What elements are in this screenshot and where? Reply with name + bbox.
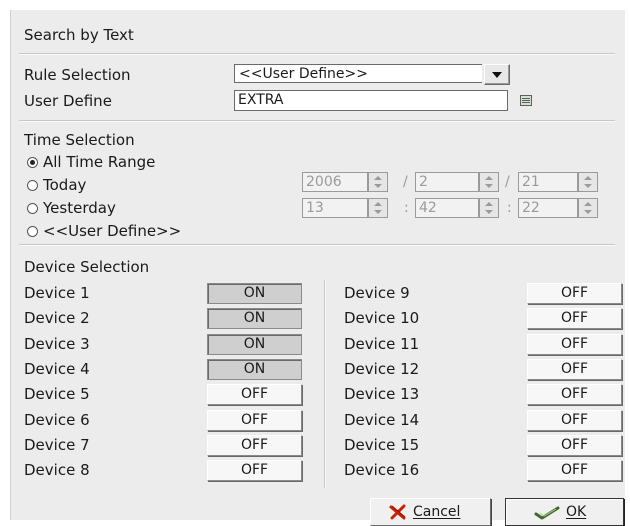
time-option-label[interactable]: All Time Range [43, 153, 155, 171]
device-label: Device 16 [344, 461, 420, 479]
cancel-button[interactable]: Cancel [370, 498, 491, 526]
time-option-radio[interactable] [27, 203, 38, 214]
device-label: Device 8 [24, 461, 90, 479]
device-label: Device 12 [344, 360, 420, 378]
list-icon[interactable] [520, 95, 532, 106]
divider [19, 120, 615, 122]
checkmark-arrow-icon [534, 506, 560, 520]
red-x-icon [389, 504, 406, 520]
ok-label: OK [566, 504, 587, 520]
second-spinner[interactable]: 22 [518, 198, 598, 218]
time-option-radio[interactable] [27, 226, 38, 237]
time-option-radio[interactable] [27, 180, 38, 191]
hour-value[interactable]: 13 [302, 198, 368, 218]
time-option-label[interactable]: <<User Define>> [43, 222, 181, 240]
month-spinner[interactable]: 2 [415, 172, 499, 192]
month-value[interactable]: 2 [415, 172, 479, 192]
second-value[interactable]: 22 [518, 198, 578, 218]
device-toggle-button[interactable]: OFF [527, 308, 622, 329]
ok-button[interactable]: OK [505, 498, 624, 526]
minute-value[interactable]: 42 [415, 198, 479, 218]
date-separator: / [505, 174, 510, 190]
device-label: Device 10 [344, 309, 420, 327]
device-toggle-button[interactable]: OFF [207, 384, 302, 405]
device-toggle-button[interactable]: ON [207, 283, 302, 304]
spinner-arrows-icon[interactable] [578, 198, 598, 218]
device-label: Device 4 [24, 360, 90, 378]
divider [19, 244, 615, 246]
device-toggle-button[interactable]: OFF [527, 460, 622, 481]
dialog-title: Search by Text [24, 26, 134, 44]
spinner-arrows-icon[interactable] [479, 198, 499, 218]
device-label: Device 15 [344, 436, 420, 454]
device-toggle-button[interactable]: OFF [207, 410, 302, 431]
rule-selection-label: Rule Selection [24, 66, 131, 84]
search-by-text-dialog: Search by Text Rule Selection <<User Def… [10, 10, 625, 526]
hour-spinner[interactable]: 13 [302, 198, 388, 218]
time-option-radio[interactable] [27, 157, 38, 168]
time-selection-label: Time Selection [24, 131, 135, 149]
spinner-arrows-icon[interactable] [479, 172, 499, 192]
rule-selection-value[interactable]: <<User Define>> [234, 64, 482, 83]
device-toggle-button[interactable]: ON [207, 308, 302, 329]
spinner-arrows-icon[interactable] [578, 172, 598, 192]
device-label: Device 3 [24, 335, 90, 353]
rule-selection-dropdown[interactable]: <<User Define>> [234, 64, 510, 85]
device-toggle-button[interactable]: OFF [527, 384, 622, 405]
device-label: Device 6 [24, 411, 90, 429]
column-divider [324, 280, 326, 488]
time-option-label[interactable]: Today [43, 176, 86, 194]
device-toggle-button[interactable]: OFF [207, 460, 302, 481]
device-label: Device 5 [24, 385, 90, 403]
device-label: Device 13 [344, 385, 420, 403]
time-separator: : [404, 200, 409, 216]
device-toggle-button[interactable]: ON [207, 359, 302, 380]
divider [19, 53, 615, 55]
device-toggle-button[interactable]: ON [207, 334, 302, 355]
device-toggle-button[interactable]: OFF [527, 283, 622, 304]
device-label: Device 9 [344, 284, 410, 302]
time-separator: : [507, 200, 512, 216]
time-option-label[interactable]: Yesterday [43, 199, 116, 217]
device-toggle-button[interactable]: OFF [527, 359, 622, 380]
device-toggle-button[interactable]: OFF [527, 435, 622, 456]
minute-spinner[interactable]: 42 [415, 198, 499, 218]
device-label: Device 1 [24, 284, 90, 302]
spinner-arrows-icon[interactable] [368, 198, 388, 218]
device-label: Device 11 [344, 335, 420, 353]
device-selection-label: Device Selection [24, 258, 150, 276]
device-toggle-button[interactable]: OFF [207, 435, 302, 456]
day-spinner[interactable]: 21 [518, 172, 598, 192]
spinner-arrows-icon[interactable] [368, 172, 388, 192]
device-toggle-button[interactable]: OFF [527, 334, 622, 355]
user-define-label: User Define [24, 92, 112, 110]
year-value[interactable]: 2006 [302, 172, 368, 192]
user-define-input[interactable]: EXTRA [234, 90, 508, 111]
date-separator: / [403, 174, 408, 190]
device-label: Device 14 [344, 411, 420, 429]
device-label: Device 7 [24, 436, 90, 454]
year-spinner[interactable]: 2006 [302, 172, 388, 192]
device-toggle-button[interactable]: OFF [527, 410, 622, 431]
chevron-down-icon[interactable] [484, 64, 510, 85]
cancel-label: Cancel [413, 504, 461, 520]
day-value[interactable]: 21 [518, 172, 578, 192]
device-label: Device 2 [24, 309, 90, 327]
